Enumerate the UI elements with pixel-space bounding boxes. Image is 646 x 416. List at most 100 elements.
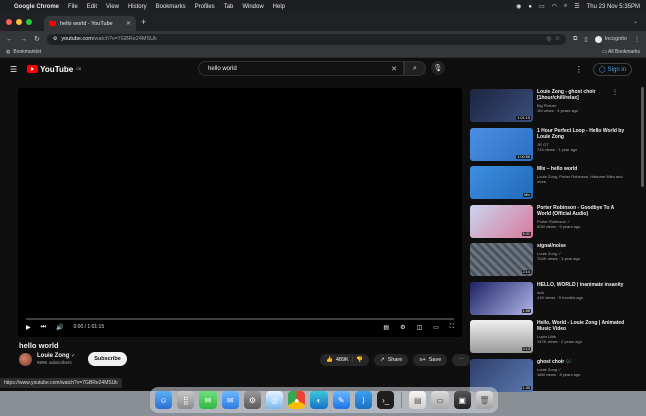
channel-avatar[interactable] [19,352,32,366]
list-item[interactable]: 1:01:15 Louie Zong - ghost choir [1hour/… [470,89,630,127]
chrome-icon[interactable]: ● [288,391,306,409]
save-button[interactable]: ≡+ Save [413,354,448,366]
tab-search-icon[interactable]: ⌄ [633,18,638,25]
mail-icon[interactable]: ✉ [221,391,239,409]
minimize-window-button[interactable] [16,19,22,25]
menu-profiles[interactable]: Profiles [195,4,215,10]
screenshot-icon[interactable]: ▣ [453,391,471,409]
menu-window[interactable]: Window [242,4,263,10]
finder-icon[interactable]: ☺ [155,391,173,409]
progress-bar[interactable] [26,318,454,320]
back-icon[interactable]: ← [6,36,13,43]
rec-menu-icon[interactable]: ⋮ [612,89,618,96]
menu-history[interactable]: History [128,4,147,10]
safari-icon[interactable]: ◎ [266,391,284,409]
address-bar[interactable]: ⚙ youtube.com/watch?v=7GBRe24MSUk ◎ ☆ [46,33,567,45]
thumbs-down-icon[interactable]: 👎 [356,357,363,363]
menu-help[interactable]: Help [273,4,285,10]
channel-name[interactable]: Louie Zong ✓ [37,353,75,359]
rec-title[interactable]: Porter Robinson - Goodbye To A World (Of… [537,205,628,217]
launchpad-icon[interactable]: ⣿ [177,391,195,409]
settings-dots-icon[interactable]: ⋮ [575,65,583,74]
miniplayer-icon[interactable]: ◫ [416,324,422,331]
xcode-icon[interactable]: ✎ [332,391,350,409]
subscribe-button[interactable]: Subscribe [88,352,127,366]
next-icon[interactable]: ⏭ [41,324,46,331]
all-bookmarks-button[interactable]: ▭ All Bookmarks [602,49,640,55]
extensions-icon[interactable]: ⧉ [573,36,577,43]
edge-icon[interactable]: ◐ [310,391,328,409]
rec-title[interactable]: HELLO, WORLD | inanimate insanity [537,282,628,288]
list-item[interactable]: 1:00:56 1 Hour Perfect Loop - Hello Worl… [470,127,630,166]
bookmark-item[interactable]: Bookmarklet [13,49,41,55]
disk-icon[interactable]: ▭ [431,391,449,409]
fullscreen-icon[interactable]: ⛶ [450,324,454,331]
video-thumbnail[interactable]: 5:31 [470,204,533,238]
vscode-icon[interactable]: ⟩ [354,391,373,409]
rec-title[interactable]: ghost choir 🎶 [537,359,628,365]
video-thumbnail[interactable]: 2:13 [470,320,533,353]
share-button[interactable]: ↗ Share [374,354,409,366]
youtube-logo[interactable]: YouTube GB [27,65,81,74]
voice-search-button[interactable]: 🎙 [431,61,445,75]
like-button[interactable]: 👍 489K | 👎 [320,354,370,366]
search-button[interactable]: ⌕ [404,61,426,76]
menu-tab[interactable]: Tab [224,4,234,10]
video-thumbnail[interactable]: 1:56 [470,281,533,315]
zoom-window-button[interactable] [26,19,32,25]
search-input[interactable]: hello world ✕ [198,61,404,76]
preview-icon[interactable]: ▤ [409,391,427,409]
video-thumbnail[interactable]: 1:01:15 [470,89,533,122]
clear-search-icon[interactable]: ✕ [391,65,397,73]
camera-icon[interactable]: ◉ [516,3,521,10]
theater-mode-icon[interactable]: ▭ [433,324,439,331]
browser-menu-icon[interactable]: ⋮ [634,36,640,43]
close-tab-icon[interactable]: ✕ [126,20,131,27]
reload-icon[interactable]: ↻ [34,35,40,43]
rec-title[interactable]: signal/noise [537,243,628,249]
rec-title[interactable]: Hello, World - Louie Zong | Animated Mus… [537,320,628,332]
battery-icon[interactable]: ▭ [539,3,545,10]
page-scrollbar[interactable] [641,87,644,187]
site-info-icon[interactable]: ⚙ [53,36,57,42]
settings-icon[interactable]: ⚙ [400,324,405,331]
menu-file[interactable]: File [68,4,78,10]
video-thumbnail[interactable]: 2:14 [470,243,533,276]
record-icon[interactable]: ● [528,4,532,10]
rec-title[interactable]: 1 Hour Perfect Loop - Hello World by Lou… [537,128,628,140]
video-player[interactable]: ▶ ⏭ 🔊 0:00 / 1:01:15 ▤ ⚙ ◫ ▭ ⛶ [18,88,462,337]
new-tab-button[interactable]: + [141,17,146,27]
list-item[interactable]: 1:56 HELLO, WORLD | inanimate insanity ni… [470,281,630,320]
list-item[interactable]: Mix Mix – hello world Louie Zong, Porter … [470,166,630,204]
menubar-app-name[interactable]: Google Chrome [14,4,59,10]
side-panel-icon[interactable]: ▯ [584,36,587,43]
video-thumbnail[interactable]: Mix [470,166,533,199]
trash-icon[interactable]: 🗑 [475,391,493,409]
menu-edit[interactable]: Edit [87,4,97,10]
incognito-eye-icon[interactable]: ◎ [546,36,551,42]
rec-channel[interactable]: Louie Zong, Porter Robinson, Hatsune Mik… [537,174,628,184]
menu-bookmarks[interactable]: Bookmarks [156,4,186,10]
terminal-icon[interactable]: ›_ [377,391,395,409]
list-item[interactable]: 5:31 Porter Robinson - Goodbye To A Worl… [470,204,630,243]
close-window-button[interactable] [6,19,12,25]
volume-icon[interactable]: 🔊 [56,324,63,331]
tab-youtube[interactable]: hello world - YouTube ✕ [44,16,136,31]
wifi-icon[interactable]: ◠ [552,3,557,10]
play-icon[interactable]: ▶ [26,324,31,331]
profile-button[interactable]: Incognito [594,35,627,43]
settings-icon[interactable]: ⚙ [243,391,262,409]
more-actions-button[interactable]: ⋯ [452,354,470,366]
list-item[interactable]: 2:14 signal/noise Louie Zong ✓ 704K views … [470,243,630,281]
menu-hamburger-icon[interactable]: ☰ [10,65,17,74]
list-item[interactable]: 2:13 Hello, World - Louie Zong | Animate… [470,320,630,358]
rec-title[interactable]: Mix – hello world [537,166,628,172]
messages-icon[interactable]: ✉ [199,391,217,409]
subtitles-icon[interactable]: ▤ [383,324,389,331]
control-center-icon[interactable]: ☰ [574,3,579,10]
video-thumbnail[interactable]: 1:00:56 [470,127,533,161]
forward-icon[interactable]: → [20,36,27,43]
sign-in-button[interactable]: ◯ Sign in [592,63,632,76]
search-icon[interactable]: ⌕ [564,3,567,10]
bookmark-star-icon[interactable]: ☆ [555,36,560,42]
